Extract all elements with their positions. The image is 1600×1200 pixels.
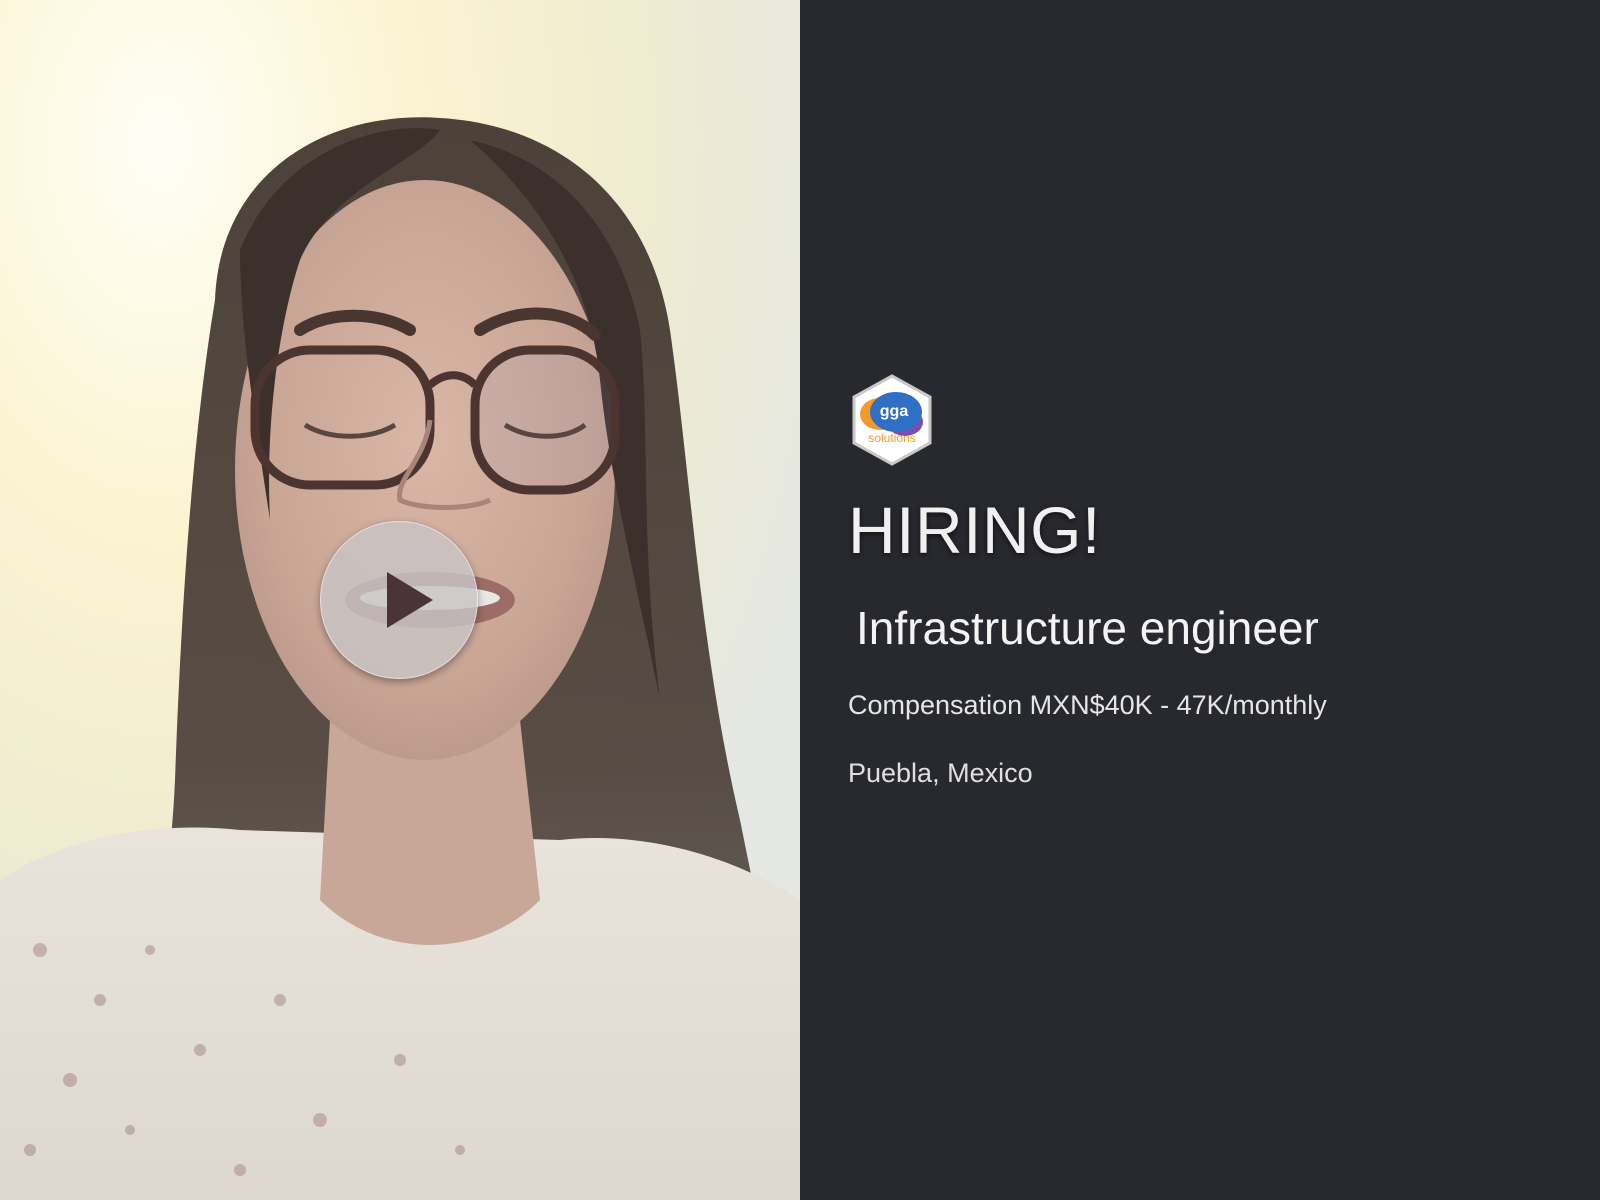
location-text: Puebla, Mexico: [848, 758, 1033, 788]
play-icon: [387, 572, 433, 628]
company-logo-icon: gga solutions: [852, 374, 932, 466]
play-button[interactable]: [320, 521, 478, 679]
video-panel[interactable]: [0, 0, 800, 1200]
compensation-text: Compensation MXN$40K - 47K/monthly: [848, 690, 1327, 720]
job-title: Infrastructure engineer: [856, 602, 1319, 654]
job-posting-page: gga solutions HIRING! Infrastructure eng…: [0, 0, 1600, 1200]
job-info-panel: gga solutions HIRING! Infrastructure eng…: [800, 0, 1600, 1200]
logo-text-top: gga: [880, 403, 909, 420]
logo-text-bottom: solutions: [868, 431, 915, 445]
hiring-headline: HIRING!: [848, 493, 1101, 567]
